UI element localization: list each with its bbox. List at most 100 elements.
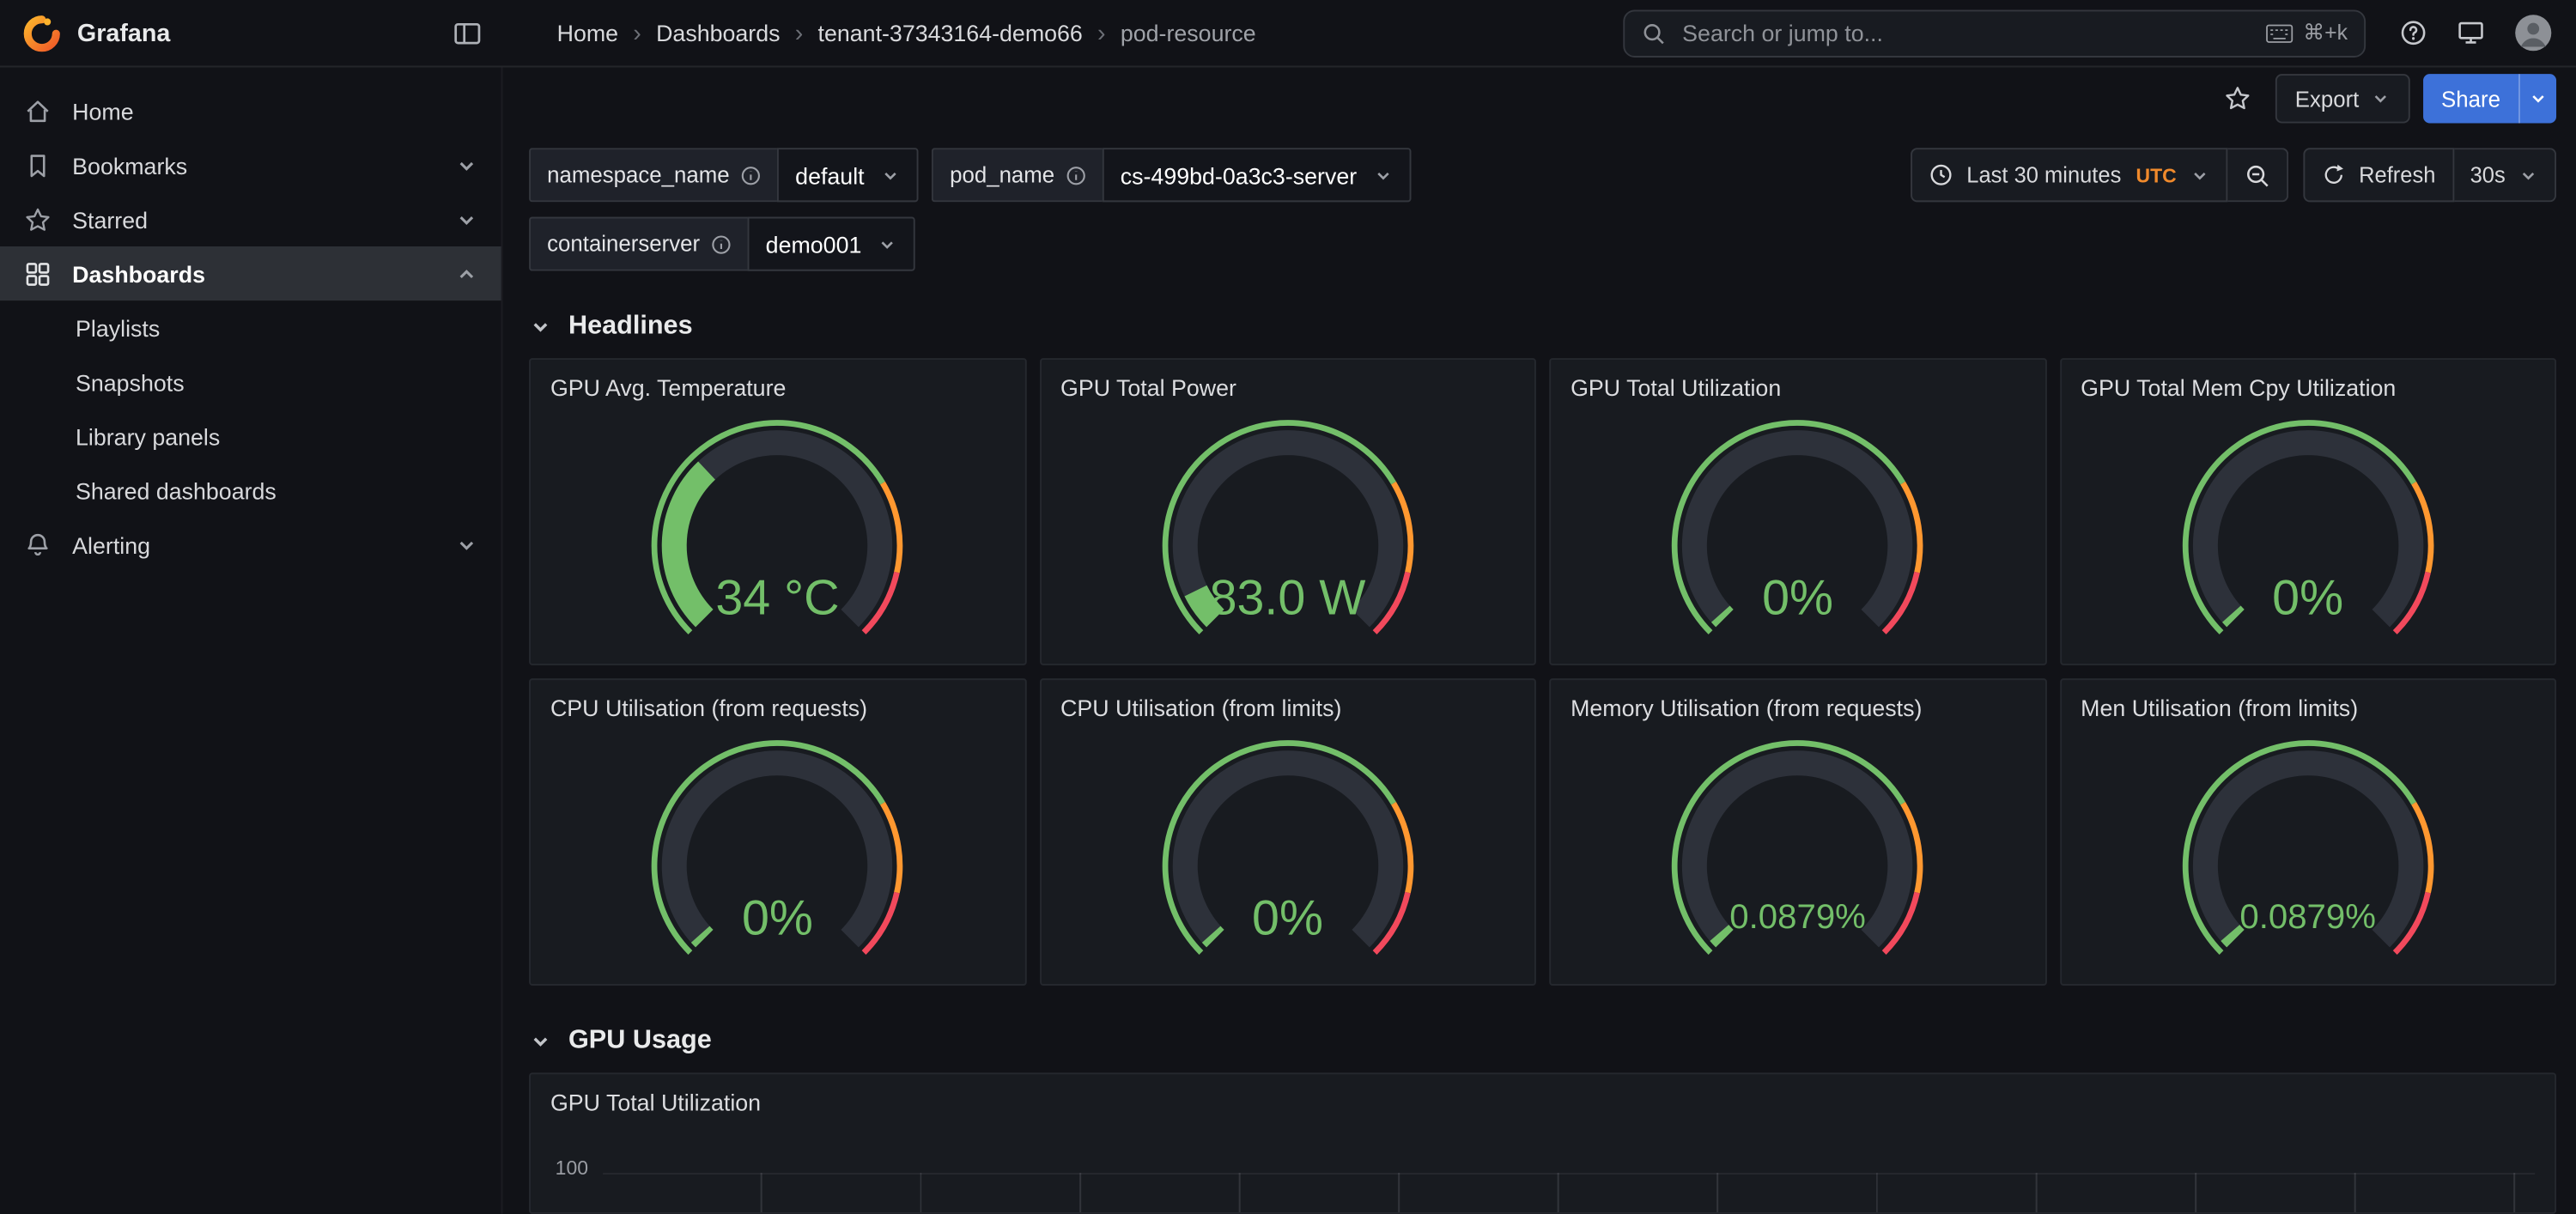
refresh-icon: [2321, 162, 2346, 187]
export-label: Export: [2295, 86, 2360, 111]
export-button[interactable]: Export: [2275, 74, 2410, 123]
breadcrumb-dashboards[interactable]: Dashboards: [656, 20, 780, 46]
sidebar-item-dashboards[interactable]: Dashboards: [0, 246, 501, 300]
chevron-down-icon: [529, 1030, 552, 1053]
timezone-badge: UTC: [2136, 163, 2177, 186]
chevron-up-icon[interactable]: [455, 262, 478, 285]
chevron-down-icon: [881, 165, 901, 185]
variable-label: pod_name: [932, 148, 1103, 202]
bookmark-icon: [23, 150, 52, 179]
section-header-headlines[interactable]: Headlines: [529, 313, 2556, 342]
gauge-panel[interactable]: GPU Avg. Temperature 34 °C: [529, 358, 1026, 665]
sidebar-item-label: Shared dashboards: [76, 477, 276, 504]
top-bar: Grafana Home › Dashboards › tenant-37343…: [0, 0, 2576, 67]
share-button[interactable]: Share: [2423, 74, 2556, 123]
sidebar-item-library-panels[interactable]: Library panels: [0, 409, 501, 463]
chevron-down-icon[interactable]: [455, 154, 478, 177]
zoom-out-button[interactable]: [2227, 148, 2288, 202]
y-axis-tick: 100: [556, 1156, 588, 1180]
panel-title: GPU Total Utilization: [1571, 374, 2025, 401]
variable-label: containerserver: [529, 217, 748, 271]
chevron-down-icon[interactable]: [455, 533, 478, 556]
controls-row: namespace_name default: [529, 148, 2556, 270]
search-input[interactable]: [1679, 18, 2252, 47]
panel-title: CPU Utilisation (from limits): [1060, 695, 1515, 721]
chevron-down-icon: [1373, 165, 1393, 185]
variable-pod-name: pod_name cs-499bd-0a3c3-server: [932, 148, 1411, 202]
share-label[interactable]: Share: [2423, 74, 2518, 123]
gauge-value: 0.0879%: [1551, 899, 2044, 938]
breadcrumb-current: pod-resource: [1121, 20, 1256, 46]
info-icon[interactable]: [741, 165, 761, 185]
info-icon[interactable]: [1066, 165, 1086, 185]
sidebar-item-playlists[interactable]: Playlists: [0, 300, 501, 355]
variable-value-dropdown[interactable]: demo001: [748, 217, 916, 271]
brand-title: Grafana: [77, 19, 170, 47]
sidebar-nav: Home Bookmarks Starre: [0, 67, 502, 1213]
variable-value-dropdown[interactable]: cs-499bd-0a3c3-server: [1103, 148, 1412, 202]
panel-title: Men Utilisation (from limits): [2081, 695, 2535, 721]
gauge-panel[interactable]: GPU Total Power 83.0 W: [1039, 358, 1536, 665]
gauge-row-1: GPU Avg. Temperature 34 °C GPU Total Pow…: [529, 358, 2556, 986]
sidebar-item-label: Alerting: [72, 531, 150, 558]
gauge-panel[interactable]: Memory Utilisation (from requests) 0.087…: [1549, 678, 2046, 986]
gauge-panel[interactable]: GPU Total Mem Cpy Utilization 0%: [2059, 358, 2556, 665]
time-range-picker[interactable]: Last 30 minutes UTC: [1911, 148, 2227, 202]
info-icon[interactable]: [712, 234, 732, 254]
gauge-panel[interactable]: GPU Total Utilization 0%: [1549, 358, 2046, 665]
refresh-button[interactable]: Refresh: [2303, 148, 2453, 202]
gauge-value: 0%: [2061, 572, 2555, 628]
grafana-app: Grafana Home › Dashboards › tenant-37343…: [0, 0, 2576, 1214]
chevron-down-icon[interactable]: [455, 208, 478, 231]
breadcrumb-separator: ›: [795, 19, 804, 47]
sidebar-item-alerting[interactable]: Alerting: [0, 518, 501, 572]
variable-label: namespace_name: [529, 148, 777, 202]
user-avatar[interactable]: [2513, 13, 2553, 52]
time-controls: Last 30 minutes UTC: [1911, 148, 2556, 202]
breadcrumb-separator: ›: [1097, 19, 1106, 47]
help-icon[interactable]: [2398, 18, 2427, 47]
chart-gridlines: [603, 1173, 2535, 1212]
variable-containerserver: containerserver demo001: [529, 217, 915, 271]
share-dropdown-icon[interactable]: [2518, 74, 2556, 123]
sidebar-item-home[interactable]: Home: [0, 84, 501, 138]
panel-title: GPU Avg. Temperature: [550, 374, 1005, 401]
refresh-interval-dropdown[interactable]: 30s: [2453, 148, 2556, 202]
chevron-down-icon: [529, 315, 552, 338]
gauge-panel[interactable]: Men Utilisation (from limits) 0.0879%: [2059, 678, 2556, 986]
news-monitor-icon[interactable]: [2456, 18, 2485, 47]
search-bar[interactable]: ⌘+k: [1623, 9, 2366, 57]
topbar-left: Grafana: [0, 14, 502, 52]
sidebar-item-snapshots[interactable]: Snapshots: [0, 355, 501, 409]
search-shortcut: ⌘+k: [2265, 20, 2348, 46]
sidebar-toggle-icon[interactable]: [452, 17, 483, 48]
section-header-gpu-usage[interactable]: GPU Usage: [529, 1027, 2556, 1056]
sidebar-item-label: Bookmarks: [72, 152, 187, 179]
dashboards-grid-icon: [23, 258, 52, 288]
variable-controls: namespace_name default: [529, 148, 1411, 270]
timeseries-panel[interactable]: GPU Total Utilization 100: [529, 1072, 2556, 1214]
topbar-right: [2366, 13, 2576, 52]
grafana-logo: [23, 14, 61, 52]
gauge-panel[interactable]: CPU Utilisation (from requests) 0%: [529, 678, 1026, 986]
gauge-value: 0%: [1551, 572, 2044, 628]
breadcrumb-folder[interactable]: tenant-37343164-demo66: [818, 20, 1083, 46]
refresh-group: Refresh 30s: [2303, 148, 2556, 202]
gauge-value: 0%: [1041, 892, 1534, 948]
breadcrumb-home[interactable]: Home: [557, 20, 618, 46]
sidebar-item-shared-dashboards[interactable]: Shared dashboards: [0, 464, 501, 518]
sidebar-item-label: Home: [72, 98, 133, 124]
search-shortcut-keys: ⌘+k: [2303, 20, 2348, 46]
sidebar-item-label: Playlists: [76, 314, 160, 341]
sidebar-item-starred[interactable]: Starred: [0, 192, 501, 246]
gauge-panel[interactable]: CPU Utilisation (from limits) 0%: [1039, 678, 1536, 986]
sidebar-item-bookmarks[interactable]: Bookmarks: [0, 138, 501, 192]
sidebar-item-label: Dashboards: [72, 260, 205, 287]
panel-title: CPU Utilisation (from requests): [550, 695, 1005, 721]
variable-value-dropdown[interactable]: default: [777, 148, 919, 202]
panel-title: GPU Total Power: [1060, 374, 1515, 401]
sidebar-item-label: Starred: [72, 206, 148, 233]
chevron-down-icon: [2518, 165, 2538, 185]
breadcrumb: Home › Dashboards › tenant-37343164-demo…: [557, 19, 1256, 47]
favorite-star-icon[interactable]: [2213, 74, 2262, 123]
